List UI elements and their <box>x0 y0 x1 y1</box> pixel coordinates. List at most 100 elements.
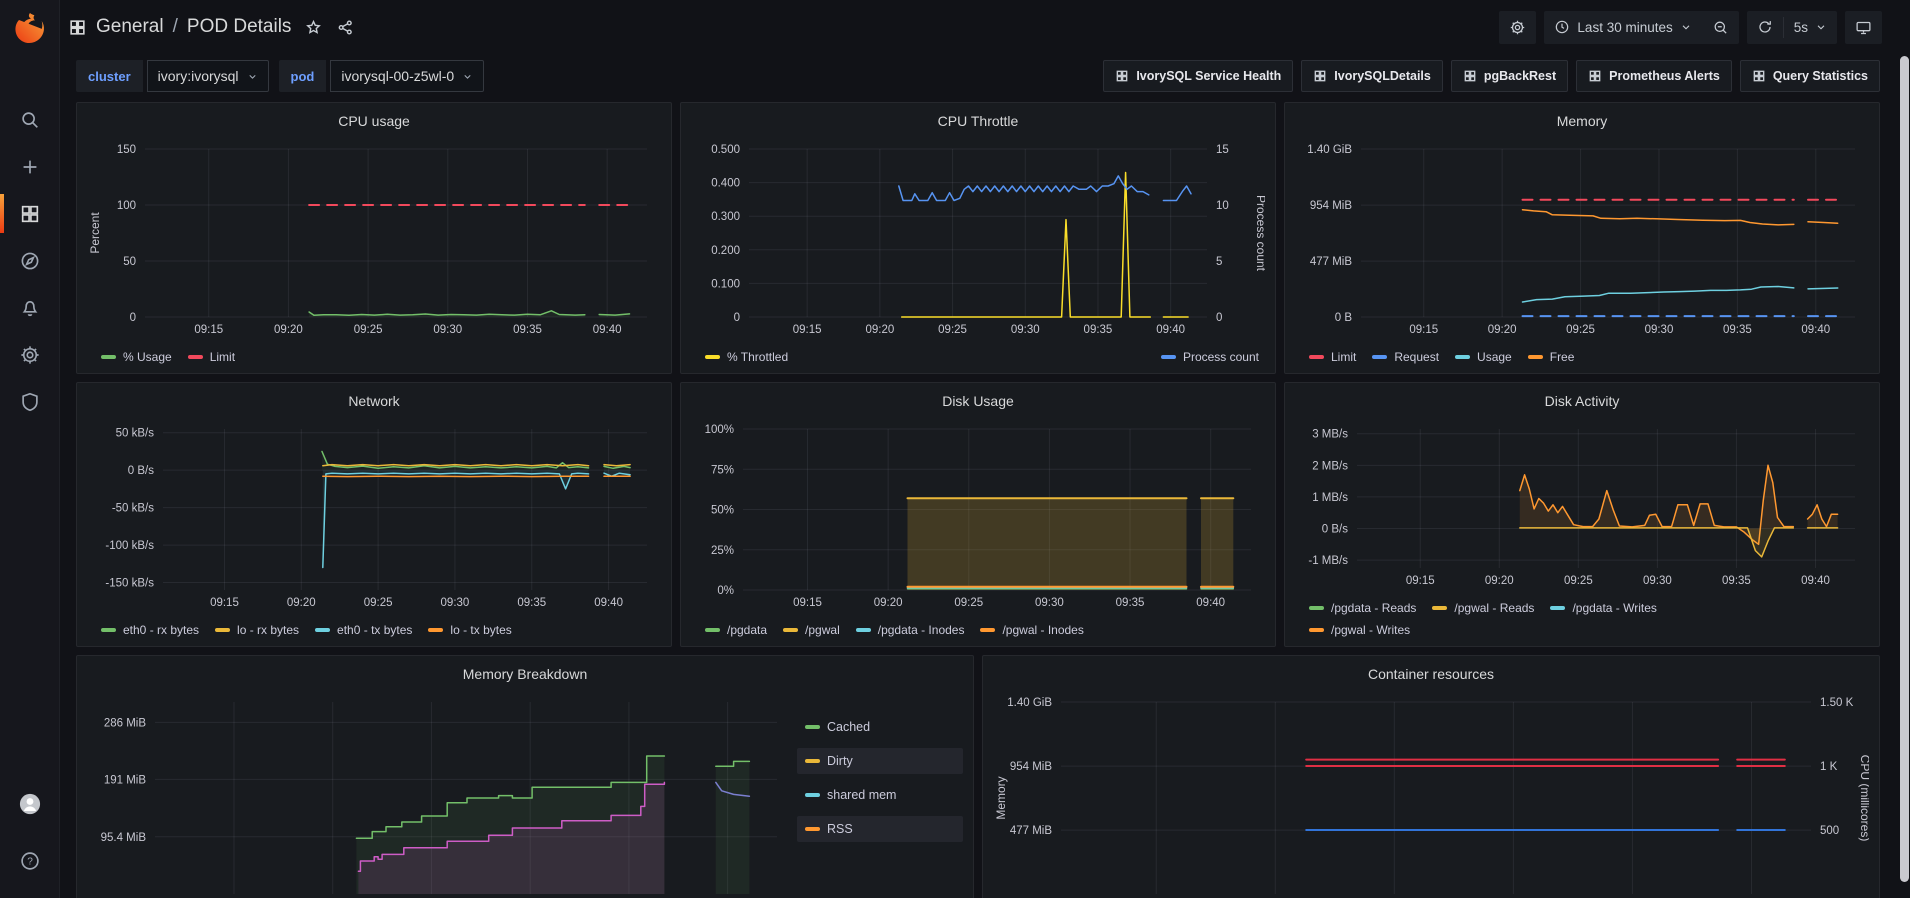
dashboard-link[interactable]: IvorySQLDetails <box>1301 60 1443 92</box>
profile-icon <box>19 793 41 815</box>
dashboard-link[interactable]: pgBackRest <box>1451 60 1568 92</box>
zoom-out-button[interactable] <box>1702 11 1739 44</box>
dashboard-link[interactable]: Prometheus Alerts <box>1576 60 1732 92</box>
refresh-interval-button[interactable]: 5s <box>1784 11 1837 44</box>
legend-item[interactable]: RSS <box>797 816 963 842</box>
svg-text:477 MiB: 477 MiB <box>1310 256 1353 268</box>
dashboard-settings-button[interactable] <box>1499 11 1536 44</box>
legend-item[interactable]: lo - tx bytes <box>428 620 511 640</box>
legend-item[interactable]: /pgdata - Reads <box>1309 598 1416 618</box>
refresh-interval-label: 5s <box>1794 20 1808 35</box>
legend-item[interactable]: Process count <box>1161 347 1259 367</box>
sidebar-item-create[interactable] <box>0 143 60 190</box>
panel-title[interactable]: Memory <box>1295 109 1869 135</box>
time-picker-group: Last 30 minutes <box>1544 11 1738 44</box>
svg-text:0.300: 0.300 <box>711 211 740 223</box>
sidebar-item-configuration[interactable] <box>0 331 60 378</box>
svg-text:-100 kB/s: -100 kB/s <box>105 540 154 552</box>
dashboard-link[interactable]: IvorySQL Service Health <box>1103 60 1293 92</box>
svg-text:286 MiB: 286 MiB <box>104 717 147 729</box>
panel-title[interactable]: CPU usage <box>87 109 661 135</box>
legend-item[interactable]: /pgdata - Writes <box>1550 598 1656 618</box>
memory-breakdown-chart[interactable]: 95.4 MiB191 MiB286 MiB09:1509:2009:2509:… <box>87 688 791 898</box>
svg-text:500: 500 <box>1820 825 1839 837</box>
create-icon <box>19 156 41 178</box>
panel-title[interactable]: Disk Usage <box>691 389 1265 415</box>
scrollbar[interactable] <box>1900 56 1909 882</box>
svg-text:477 MiB: 477 MiB <box>1010 825 1053 837</box>
refresh-button[interactable] <box>1747 11 1783 44</box>
dashboard-grid: CPU usage 05010015009:1509:2009:2509:300… <box>60 102 1910 898</box>
legend-item[interactable]: Limit <box>1309 347 1356 367</box>
legend-item[interactable]: /pgwal - Writes <box>1309 620 1410 640</box>
breadcrumb-folder[interactable]: General <box>96 16 164 38</box>
legend-item[interactable]: eth0 - rx bytes <box>101 620 199 640</box>
variable-value-dropdown[interactable]: ivory:ivorysql <box>147 60 269 92</box>
legend-item[interactable]: shared mem <box>797 782 963 808</box>
breadcrumb-page[interactable]: POD Details <box>187 16 292 38</box>
legend-item[interactable]: /pgdata <box>705 620 767 640</box>
sidebar-item-server-admin[interactable] <box>0 378 60 425</box>
legend-item[interactable]: lo - rx bytes <box>215 620 299 640</box>
legend-item[interactable]: Free <box>1528 347 1575 367</box>
template-variables: clusterivory:ivorysql podivorysql-00-z5w… <box>76 60 484 92</box>
clock-icon <box>1554 19 1570 35</box>
panel-title[interactable]: Network <box>87 389 661 415</box>
grafana-logo[interactable] <box>0 0 60 56</box>
sidebar-item-search[interactable] <box>0 96 60 143</box>
legend-item[interactable]: /pgwal <box>783 620 840 640</box>
svg-text:-1 MB/s: -1 MB/s <box>1308 555 1348 567</box>
panel-title[interactable]: Memory Breakdown <box>87 662 963 688</box>
star-icon[interactable] <box>304 18 323 37</box>
svg-text:0 B/s: 0 B/s <box>1322 524 1348 536</box>
sidebar-item-dashboards[interactable] <box>0 190 60 237</box>
legend-item[interactable]: /pgwal - Reads <box>1432 598 1534 618</box>
sidebar-item-profile[interactable] <box>0 780 60 827</box>
legend-item[interactable]: eth0 - tx bytes <box>315 620 412 640</box>
svg-text:09:40: 09:40 <box>593 324 622 336</box>
disk-usage-chart[interactable]: 0%25%50%75%100%09:1509:2009:2509:3009:35… <box>691 415 1265 616</box>
svg-text:15: 15 <box>1216 144 1229 156</box>
legend-item[interactable]: Limit <box>188 347 235 367</box>
svg-text:09:30: 09:30 <box>1035 597 1064 609</box>
svg-text:09:20: 09:20 <box>1485 575 1514 587</box>
svg-text:0%: 0% <box>717 585 734 597</box>
svg-text:09:40: 09:40 <box>1156 324 1185 336</box>
legend-item[interactable]: Cached <box>797 714 963 740</box>
memory-chart[interactable]: 0 B477 MiB954 MiB1.40 GiB09:1509:2009:25… <box>1295 135 1869 343</box>
kiosk-mode-button[interactable] <box>1845 11 1882 44</box>
dashboard-link[interactable]: Query Statistics <box>1740 60 1880 92</box>
svg-text:-150 kB/s: -150 kB/s <box>105 578 154 590</box>
legend-item[interactable]: /pgwal - Inodes <box>980 620 1083 640</box>
panel-title[interactable]: CPU Throttle <box>691 109 1265 135</box>
cpu-throttle-chart[interactable]: 00.1000.2000.3000.4000.50009:1509:2009:2… <box>691 135 1265 343</box>
variable-label: pod <box>279 60 327 92</box>
sidebar-item-alerting[interactable] <box>0 284 60 331</box>
disk-activity-chart[interactable]: -1 MB/s0 B/s1 MB/s2 MB/s3 MB/s09:1509:20… <box>1295 415 1869 594</box>
legend-item[interactable]: Dirty <box>797 748 963 774</box>
cpu-usage-chart[interactable]: 05010015009:1509:2009:2509:3009:3509:40P… <box>87 135 661 343</box>
sidebar-item-explore[interactable] <box>0 237 60 284</box>
panel-title[interactable]: Disk Activity <box>1295 389 1869 415</box>
legend-item[interactable]: % Throttled <box>705 347 788 367</box>
svg-text:09:20: 09:20 <box>1488 324 1517 336</box>
svg-text:Process count: Process count <box>1254 195 1265 272</box>
svg-text:1.50 K: 1.50 K <box>1820 697 1854 709</box>
panel-title[interactable]: Container resources <box>993 662 1869 688</box>
network-chart[interactable]: -150 kB/s-100 kB/s-50 kB/s0 B/s50 kB/s09… <box>87 415 661 616</box>
container-resources-chart[interactable]: 477 MiB954 MiB1.40 GiB09:1509:2009:2509:… <box>993 688 1869 898</box>
time-range-button[interactable]: Last 30 minutes <box>1544 11 1701 44</box>
legend-item[interactable]: Usage <box>1455 347 1512 367</box>
share-icon[interactable] <box>336 18 355 37</box>
svg-text:09:25: 09:25 <box>938 324 967 336</box>
svg-text:09:40: 09:40 <box>1801 324 1830 336</box>
time-range-label: Last 30 minutes <box>1577 20 1672 35</box>
legend-item[interactable]: /pgdata - Inodes <box>856 620 965 640</box>
legend-item[interactable]: Request <box>1372 347 1439 367</box>
panel-container-resources: Container resources 477 MiB954 MiB1.40 G… <box>982 655 1880 898</box>
svg-text:1.40 GiB: 1.40 GiB <box>1307 144 1352 156</box>
svg-text:09:35: 09:35 <box>1723 324 1752 336</box>
legend-item[interactable]: % Usage <box>101 347 172 367</box>
variable-value-dropdown[interactable]: ivorysql-00-z5wl-0 <box>330 60 484 92</box>
sidebar-item-help[interactable]: ? <box>0 837 60 884</box>
